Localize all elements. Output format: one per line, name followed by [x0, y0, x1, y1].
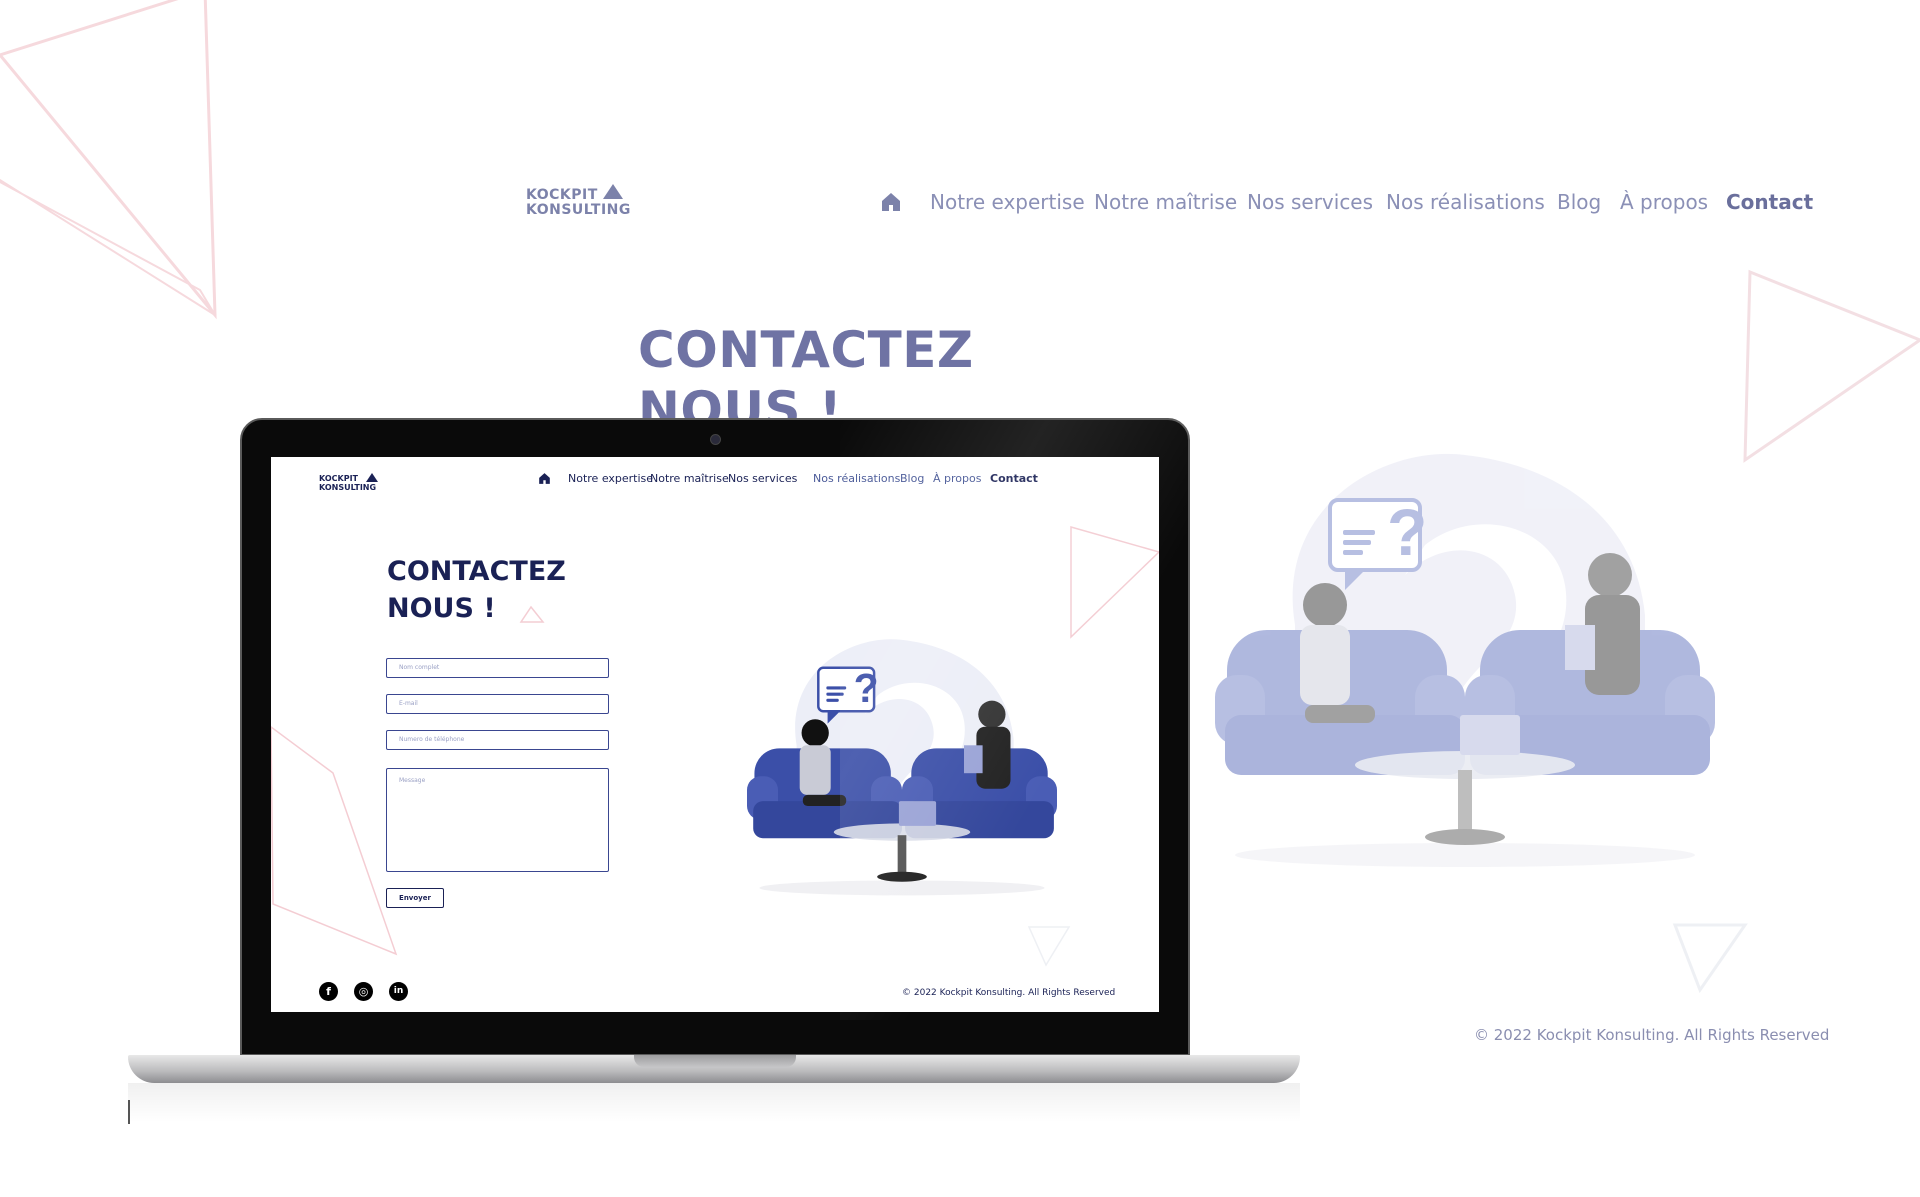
bg-main-nav: Notre expertise Notre maîtrise Nos servi… [880, 188, 1920, 218]
instagram-icon[interactable]: ◎ [354, 982, 373, 1001]
message-placeholder: Message [399, 777, 426, 784]
page-title-line1: CONTACTEZ [387, 556, 566, 587]
nav-item-a-propos[interactable]: À propos [1620, 188, 1708, 216]
nav-item-realisations[interactable]: Nos réalisations [813, 472, 900, 486]
linkedin-icon[interactable]: in [389, 982, 408, 1001]
deco-triangle [271, 726, 398, 956]
submit-button-label: Envoyer [399, 894, 431, 902]
logo-triangle-icon [366, 473, 378, 482]
nav-item-services[interactable]: Nos services [1247, 188, 1373, 216]
phone-field[interactable]: Numero de téléphone [386, 730, 609, 750]
svg-text:?: ? [854, 665, 879, 711]
instagram-glyph: ◎ [358, 985, 369, 998]
nav-item-blog[interactable]: Blog [900, 472, 924, 486]
nav-item-services[interactable]: Nos services [728, 472, 797, 486]
nav-item-maitrise[interactable]: Notre maîtrise [650, 472, 729, 486]
deco-triangle [1672, 923, 1748, 994]
laptop-shadow-edge [128, 1100, 130, 1124]
phone-placeholder: Numero de téléphone [399, 736, 465, 743]
logo-text-line1: KOCKPIT [319, 474, 359, 483]
nav-item-contact[interactable]: Contact [990, 472, 1038, 486]
logo-text-line2: KONSULTING [319, 483, 377, 492]
deco-triangle [1743, 269, 1920, 463]
copyright: © 2022 Kockpit Konsulting. All Rights Re… [902, 988, 1116, 998]
message-field[interactable]: Message [386, 768, 609, 872]
logo-text-line1: KOCKPIT [526, 187, 598, 203]
nav-item-expertise[interactable]: Notre expertise [568, 472, 653, 486]
logo-text-line2: KONSULTING [526, 202, 631, 218]
page-title-line1: CONTACTEZ [638, 321, 974, 379]
email-field[interactable]: E-mail [386, 694, 609, 714]
nav-item-a-propos[interactable]: À propos [933, 472, 981, 486]
bg-page-title: CONTACTEZ NOUS ! [638, 320, 974, 439]
deco-triangle [1027, 926, 1071, 967]
deco-line [0, 178, 216, 316]
laptop-notch [634, 1055, 796, 1067]
nav-item-expertise[interactable]: Notre expertise [930, 188, 1085, 216]
home-icon[interactable] [538, 472, 551, 485]
email-placeholder: E-mail [399, 700, 418, 707]
laptop-camera [710, 434, 721, 445]
full-name-field[interactable]: Nom complet [386, 658, 609, 678]
facebook-icon[interactable]: f [319, 982, 338, 1001]
deco-triangle [0, 0, 217, 320]
nav-item-blog[interactable]: Blog [1557, 188, 1601, 216]
bg-logo[interactable]: KOCKPIT KONSULTING [526, 184, 646, 224]
facebook-glyph: f [326, 985, 331, 998]
nav-item-realisations[interactable]: Nos réalisations [1386, 188, 1545, 216]
deco-triangle [1070, 526, 1159, 639]
logo-triangle-icon [603, 184, 623, 199]
linkedin-glyph: in [393, 986, 404, 996]
nav-item-maitrise[interactable]: Notre maîtrise [1094, 188, 1237, 216]
home-icon[interactable] [880, 191, 902, 213]
conversation-illustration: ? [747, 639, 1057, 896]
laptop-shadow [128, 1083, 1300, 1123]
svg-text:?: ? [1387, 495, 1427, 569]
full-name-placeholder: Nom complet [399, 664, 440, 671]
page-title-line2: NOUS ! [387, 593, 496, 624]
nav-item-contact[interactable]: Contact [1726, 188, 1813, 216]
screen-main-nav: Notre expertise Notre maîtrise Nos servi… [538, 472, 1159, 488]
submit-button[interactable]: Envoyer [386, 888, 444, 908]
conversation-illustration-bg: ? [1215, 453, 1715, 867]
bg-copyright: © 2022 Kockpit Konsulting. All Rights Re… [1474, 1026, 1830, 1044]
page-title: CONTACTEZ NOUS ! [387, 553, 566, 627]
laptop-screen: KOCKPIT KONSULTING Notre expertise Notre… [271, 457, 1159, 1012]
